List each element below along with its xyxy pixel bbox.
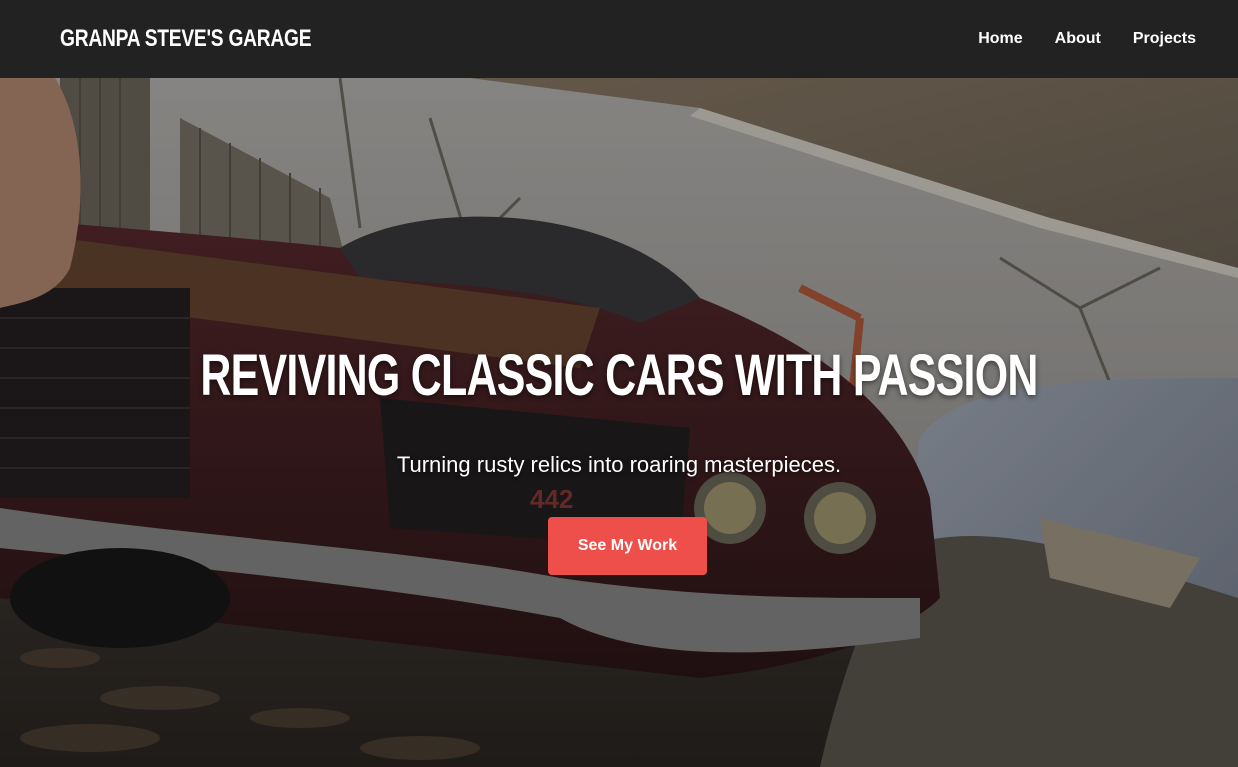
nav-links: Home About Projects — [978, 30, 1196, 48]
site-logo[interactable]: GRANPA STEVE'S GARAGE — [60, 25, 312, 53]
nav-link-home[interactable]: Home — [978, 30, 1022, 48]
hero-content: REVIVING CLASSIC CARS WITH PASSION Turni… — [0, 78, 1238, 767]
see-my-work-button[interactable]: See My Work — [548, 517, 707, 575]
nav-link-about[interactable]: About — [1055, 30, 1101, 48]
navbar: GRANPA STEVE'S GARAGE Home About Project… — [0, 0, 1238, 78]
hero-subtitle: Turning rusty relics into roaring master… — [396, 452, 842, 477]
nav-link-projects[interactable]: Projects — [1133, 30, 1196, 48]
hero-title: REVIVING CLASSIC CARS WITH PASSION — [200, 343, 1038, 408]
hero-section: 442 REVIVING CLASSIC CARS WITH PASSION T… — [0, 78, 1238, 767]
